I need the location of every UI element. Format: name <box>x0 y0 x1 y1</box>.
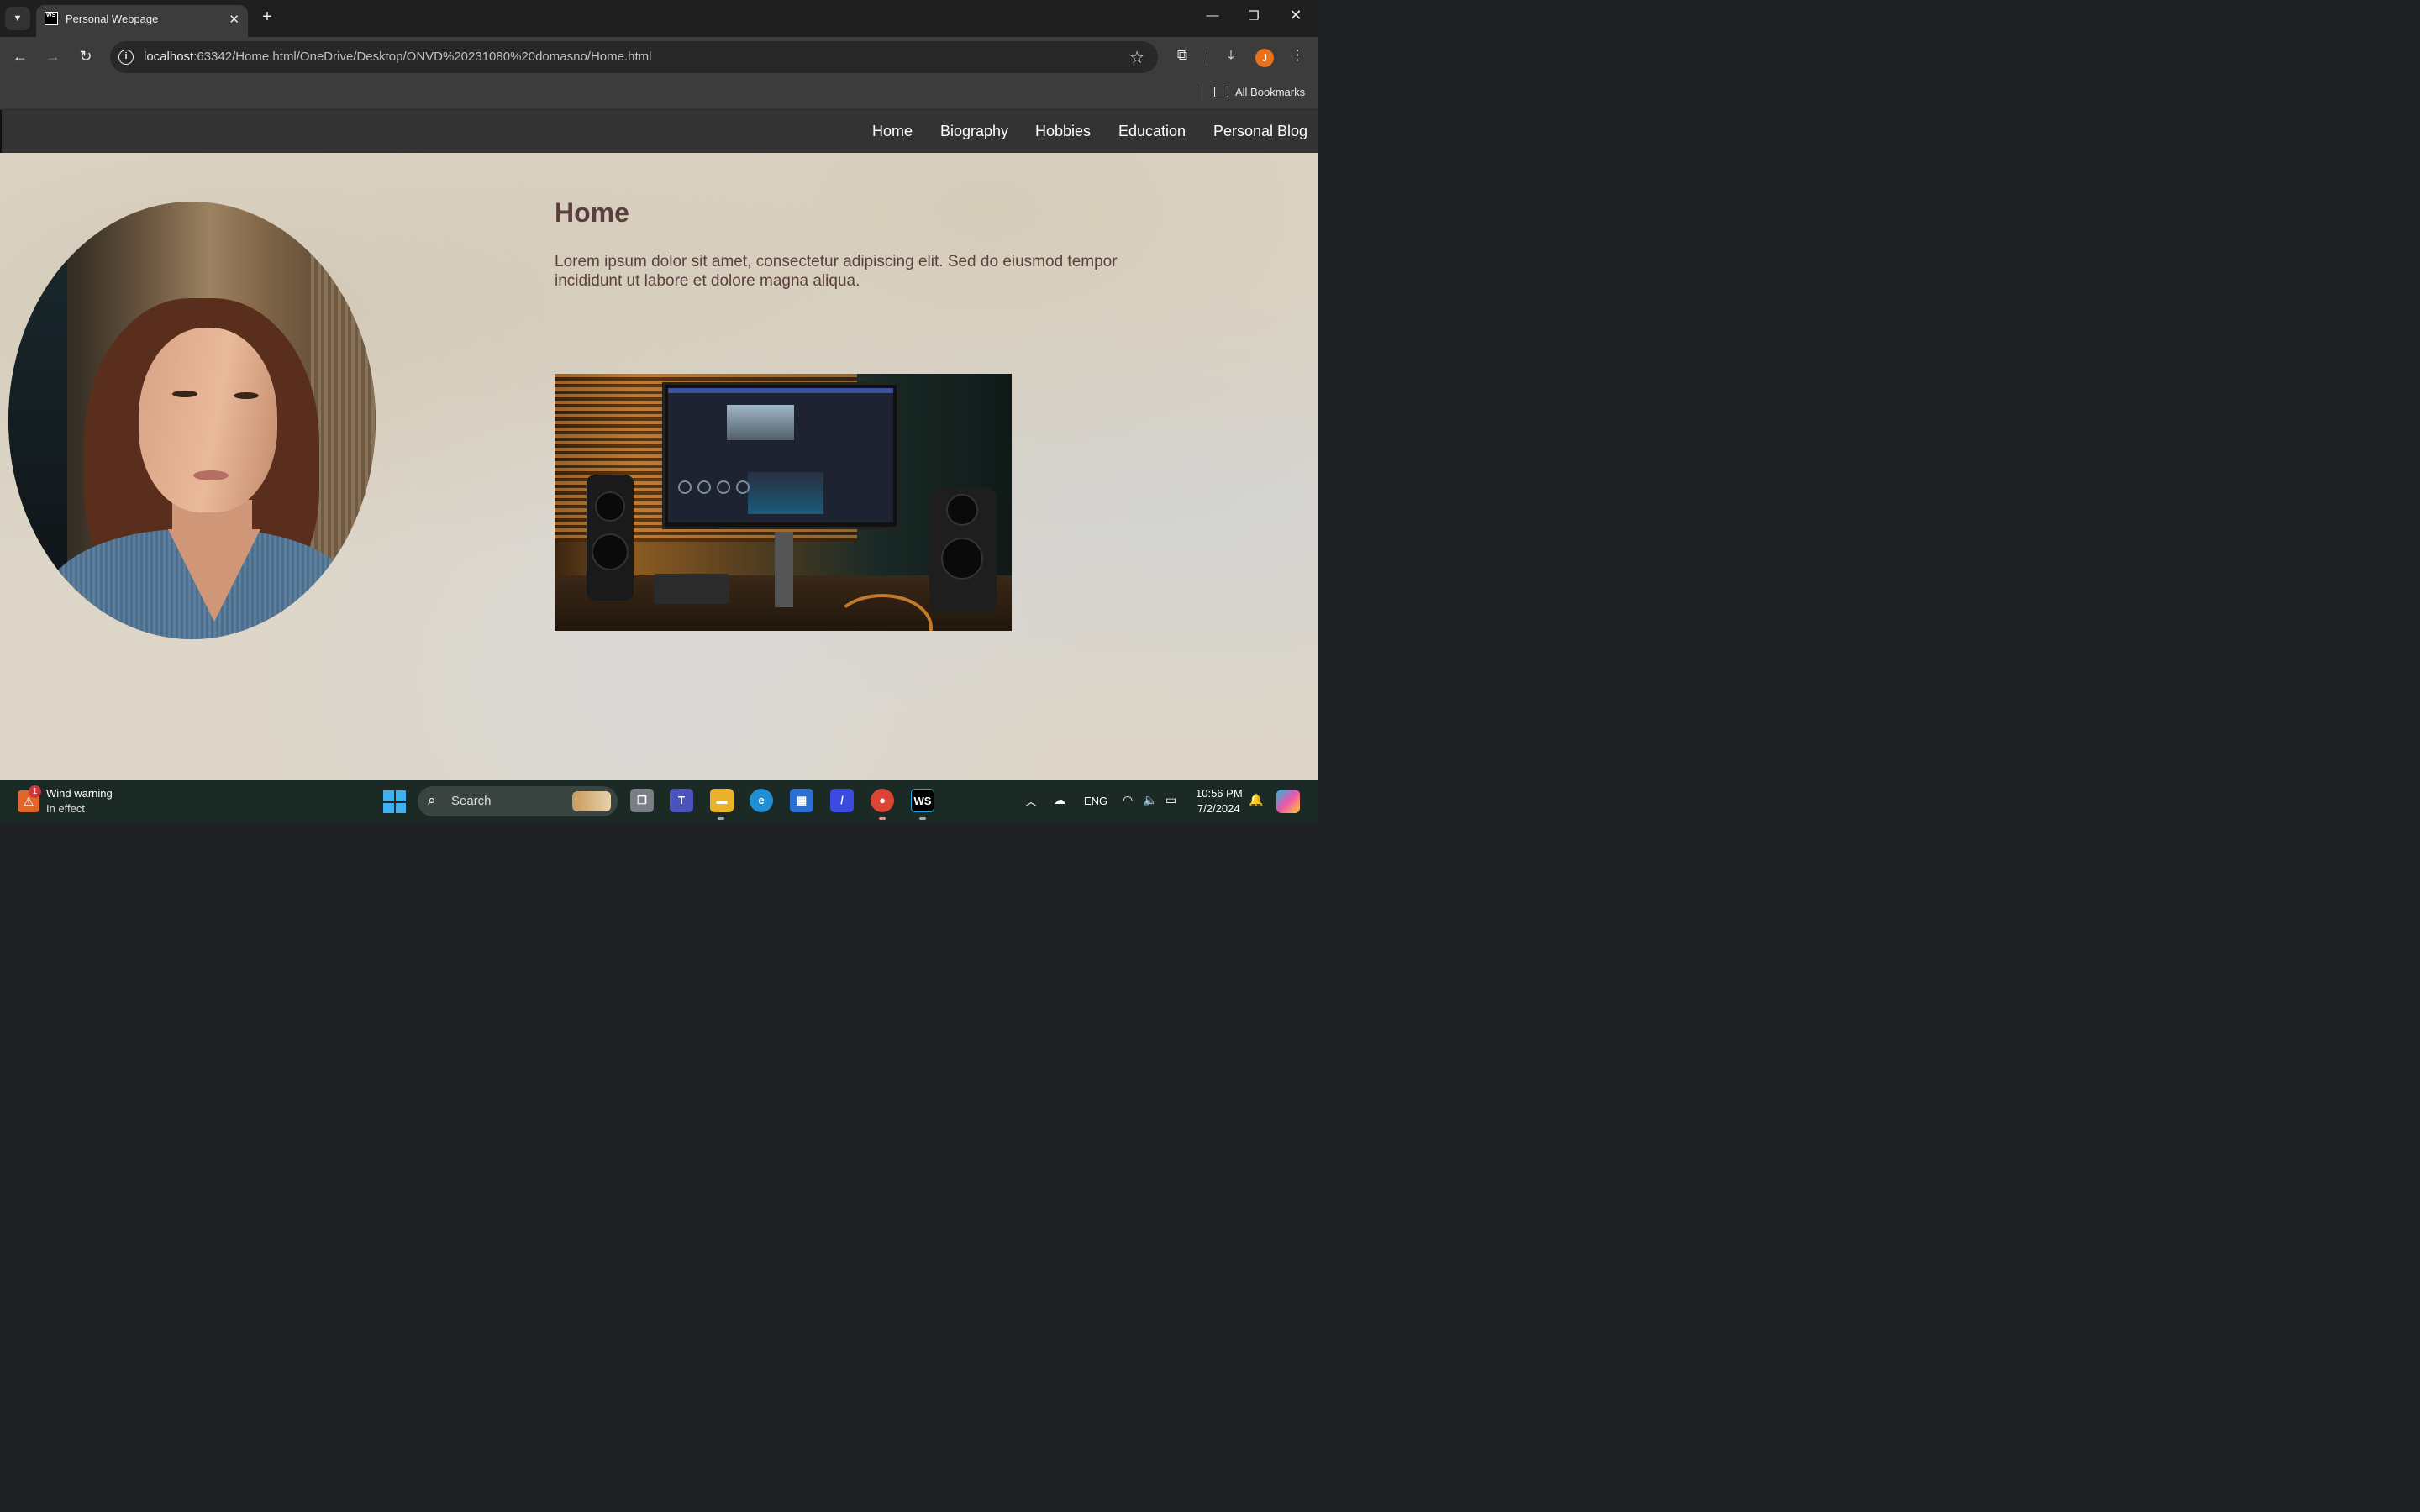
windows-taskbar: ⚠ 1 Wind warning In effect ⌕ Search ❐ T … <box>0 780 1318 823</box>
chrome-icon[interactable]: ● <box>871 789 894 812</box>
speaker-left-tweeter <box>595 491 625 522</box>
file-explorer-running-indicator <box>718 817 724 820</box>
url-text[interactable]: localhost:63342/Home.html/OneDrive/Deskt… <box>144 50 651 64</box>
tab-close-icon[interactable]: ✕ <box>229 12 239 27</box>
webstorm-icon[interactable]: WS <box>911 789 934 812</box>
task-view-icon[interactable]: ❐ <box>630 789 654 812</box>
file-explorer-icon[interactable]: ▬ <box>710 789 734 812</box>
language-indicator[interactable]: ENG <box>1084 795 1107 807</box>
notification-bell-icon[interactable]: 🔔 <box>1249 793 1263 807</box>
reload-icon[interactable]: ↻ <box>76 48 96 66</box>
all-bookmarks-link[interactable]: All Bookmarks <box>1235 86 1305 98</box>
color-wheel-3 <box>717 480 730 494</box>
webstorm-favicon-icon: WS <box>45 12 58 25</box>
weather-badge: 1 <box>29 785 41 798</box>
edge-icon[interactable]: e <box>750 789 773 812</box>
browser-titlebar: ▼ WS Personal Webpage ✕ + — ❐ ✕ <box>0 0 1318 37</box>
photo-eye-left <box>172 391 197 397</box>
photo-eye-right <box>234 392 259 399</box>
tab-search-button[interactable]: ▼ <box>5 7 30 30</box>
volume-icon[interactable]: 🔈 <box>1143 793 1157 807</box>
nav-link-education[interactable]: Education <box>1118 123 1186 140</box>
weather-subtitle: In effect <box>46 802 86 815</box>
download-icon[interactable]: ⤓ <box>1221 47 1241 64</box>
webstorm-running-indicator <box>919 817 926 820</box>
onedrive-error-icon[interactable]: ☁ <box>1054 793 1065 807</box>
weather-title: Wind warning <box>46 787 113 800</box>
windows-start-icon[interactable] <box>383 790 406 813</box>
screen-menubar <box>668 388 893 393</box>
chevron-up-icon[interactable]: ︿ <box>1025 793 1037 810</box>
bookmarks-bar: All Bookmarks <box>0 79 1318 110</box>
taskbar-search[interactable]: ⌕ Search <box>418 786 618 816</box>
color-wheel-1 <box>678 480 692 494</box>
speaker-right-woofer <box>941 538 983 580</box>
minimize-icon[interactable]: — <box>1204 8 1221 23</box>
desk-setup-photo <box>555 374 1012 631</box>
screen-preview <box>727 405 794 440</box>
url-host: localhost <box>144 50 194 64</box>
address-bar[interactable]: i localhost:63342/Home.html/OneDrive/Des… <box>110 41 1158 73</box>
tab-personal-webpage[interactable]: WS Personal Webpage ✕ <box>36 5 248 37</box>
page-title: Home <box>555 197 629 228</box>
clock-time[interactable]: 10:56 PM <box>1196 787 1243 800</box>
microsoft-store-icon[interactable]: ▦ <box>790 789 813 812</box>
photo-speaker-left <box>587 475 634 601</box>
browser-toolbar: ← → ↻ i localhost:63342/Home.html/OneDri… <box>0 37 1318 79</box>
puzzle-icon[interactable]: ⧉ <box>1172 47 1192 64</box>
kebab-menu-icon[interactable]: ⋮ <box>1287 47 1307 64</box>
speaker-right-tweeter <box>946 494 978 526</box>
wifi-icon[interactable]: ◠ <box>1123 793 1133 807</box>
url-path: :63342/Home.html/OneDrive/Desktop/ONVD%2… <box>193 50 652 64</box>
color-wheel-4 <box>736 480 750 494</box>
photo-face <box>139 328 277 512</box>
nav-link-biography[interactable]: Biography <box>940 123 1008 140</box>
search-highlight-image <box>572 791 611 811</box>
site-navbar: Home Biography Hobbies Education Persona… <box>0 110 1318 153</box>
copilot-icon[interactable] <box>1276 790 1300 813</box>
search-placeholder: Search <box>451 794 492 808</box>
photo-speaker-right <box>929 487 997 613</box>
teams-icon[interactable]: T <box>670 789 693 812</box>
folder-icon[interactable] <box>1214 87 1228 97</box>
speaker-left-woofer <box>592 533 629 570</box>
photo-lips <box>193 470 229 480</box>
tab-title: Personal Webpage <box>66 13 159 25</box>
photo-monitor <box>662 382 899 529</box>
screen-scope <box>748 472 823 514</box>
restore-icon[interactable]: ❐ <box>1245 8 1262 24</box>
search-icon: ⌕ <box>428 792 436 808</box>
web-page: Home Biography Hobbies Education Persona… <box>0 110 1318 780</box>
new-tab-button[interactable]: + <box>259 8 276 27</box>
color-wheel-2 <box>697 480 711 494</box>
visual-studio-icon[interactable]: / <box>830 789 854 812</box>
profile-photo <box>8 202 376 639</box>
photo-audio-mixer <box>654 574 729 604</box>
photo-screen <box>668 388 893 522</box>
nav-link-home[interactable]: Home <box>872 123 913 140</box>
profile-avatar[interactable]: J <box>1255 49 1274 67</box>
clock-date[interactable]: 7/2/2024 <box>1197 802 1240 815</box>
site-info-icon[interactable]: i <box>118 50 134 65</box>
arrow-left-icon[interactable]: ← <box>10 48 30 66</box>
photo-vneck <box>168 529 260 622</box>
chevron-down-icon: ▼ <box>13 13 23 24</box>
nav-link-hobbies[interactable]: Hobbies <box>1035 123 1091 140</box>
chrome-running-indicator <box>879 817 886 820</box>
battery-icon[interactable]: ▭ <box>1165 793 1176 807</box>
star-icon[interactable]: ☆ <box>1129 47 1144 68</box>
photo-monitor-stand <box>775 532 793 607</box>
nav-link-personal-blog[interactable]: Personal Blog <box>1213 123 1307 140</box>
page-intro-text: Lorem ipsum dolor sit amet, consectetur … <box>555 253 1118 290</box>
window-close-icon[interactable]: ✕ <box>1287 7 1304 24</box>
arrow-right-icon[interactable]: → <box>43 48 63 66</box>
